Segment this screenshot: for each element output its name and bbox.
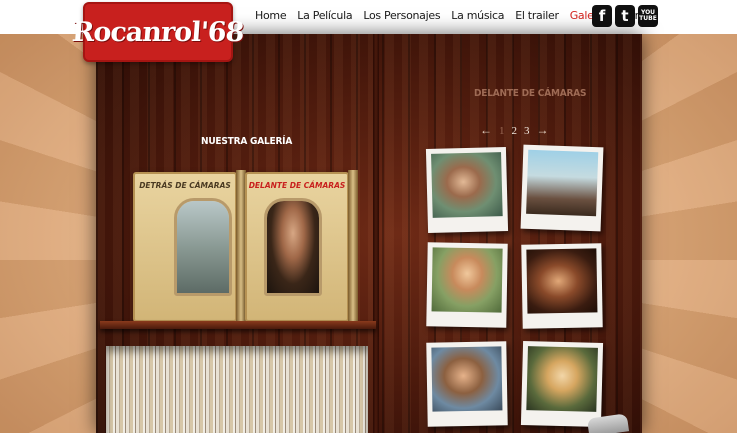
- pager-page-3[interactable]: 3: [524, 125, 530, 137]
- site-logo[interactable]: Rocanrol'68: [71, 2, 245, 62]
- polaroid-photo-6[interactable]: [520, 340, 604, 428]
- album-delante-de-camaras[interactable]: DELANTE DE CÁMARAS: [245, 172, 349, 322]
- nav-la-pelicula[interactable]: La Película: [297, 9, 352, 22]
- album-label: DETRÁS DE CÁMARAS: [139, 181, 231, 190]
- pager-page-2[interactable]: 2: [512, 125, 518, 137]
- photo-image: [526, 248, 598, 314]
- photo-pager: ← 1 2 3 →: [480, 123, 549, 138]
- polaroid-photo-3[interactable]: [426, 242, 508, 328]
- album-spine: [348, 170, 358, 324]
- record-collection: [106, 346, 368, 433]
- logo-text: Rocanrol'68: [71, 16, 245, 48]
- polaroid-photo-2[interactable]: [520, 144, 604, 232]
- album-detras-de-camaras[interactable]: DETRÁS DE CÁMARAS: [133, 172, 237, 322]
- bookshelf: [100, 321, 376, 329]
- photo-image: [526, 346, 598, 412]
- polaroid-photo-4[interactable]: [521, 243, 603, 329]
- photo-image: [431, 346, 503, 412]
- nav-home[interactable]: Home: [255, 9, 287, 22]
- album-cover-photo: [177, 201, 229, 293]
- twitter-icon[interactable]: t: [615, 5, 635, 27]
- panel-divider: [373, 34, 379, 433]
- pager-next-arrow-icon[interactable]: →: [537, 123, 549, 138]
- photos-section-title: DELANTE DE CÁMARAS: [474, 88, 587, 99]
- album-cover-frame: [174, 198, 232, 296]
- youtube-icon[interactable]: YOU TUBE: [638, 5, 658, 27]
- facebook-icon[interactable]: f: [592, 5, 612, 27]
- nav-los-personajes[interactable]: Los Personajes: [363, 9, 440, 22]
- polaroid-photo-5[interactable]: [426, 341, 508, 427]
- pager-prev-arrow-icon[interactable]: ←: [480, 123, 492, 138]
- polaroid-photo-1[interactable]: [425, 146, 509, 234]
- photo-image: [431, 247, 503, 313]
- photo-image: [526, 149, 599, 217]
- pager-page-1[interactable]: 1: [499, 125, 505, 137]
- youtube-icon-line2: TUBE: [639, 15, 657, 22]
- nav-el-trailer[interactable]: El trailer: [515, 9, 559, 22]
- social-links: f t YOU TUBE: [592, 5, 658, 27]
- album-label: DELANTE DE CÁMARAS: [248, 181, 346, 190]
- album-cover-frame: [264, 198, 322, 296]
- nav-la-musica[interactable]: La música: [451, 9, 504, 22]
- album-cover-photo: [267, 201, 319, 293]
- photo-image: [431, 152, 503, 218]
- gallery-title: NUESTRA GALERÍA: [201, 136, 293, 147]
